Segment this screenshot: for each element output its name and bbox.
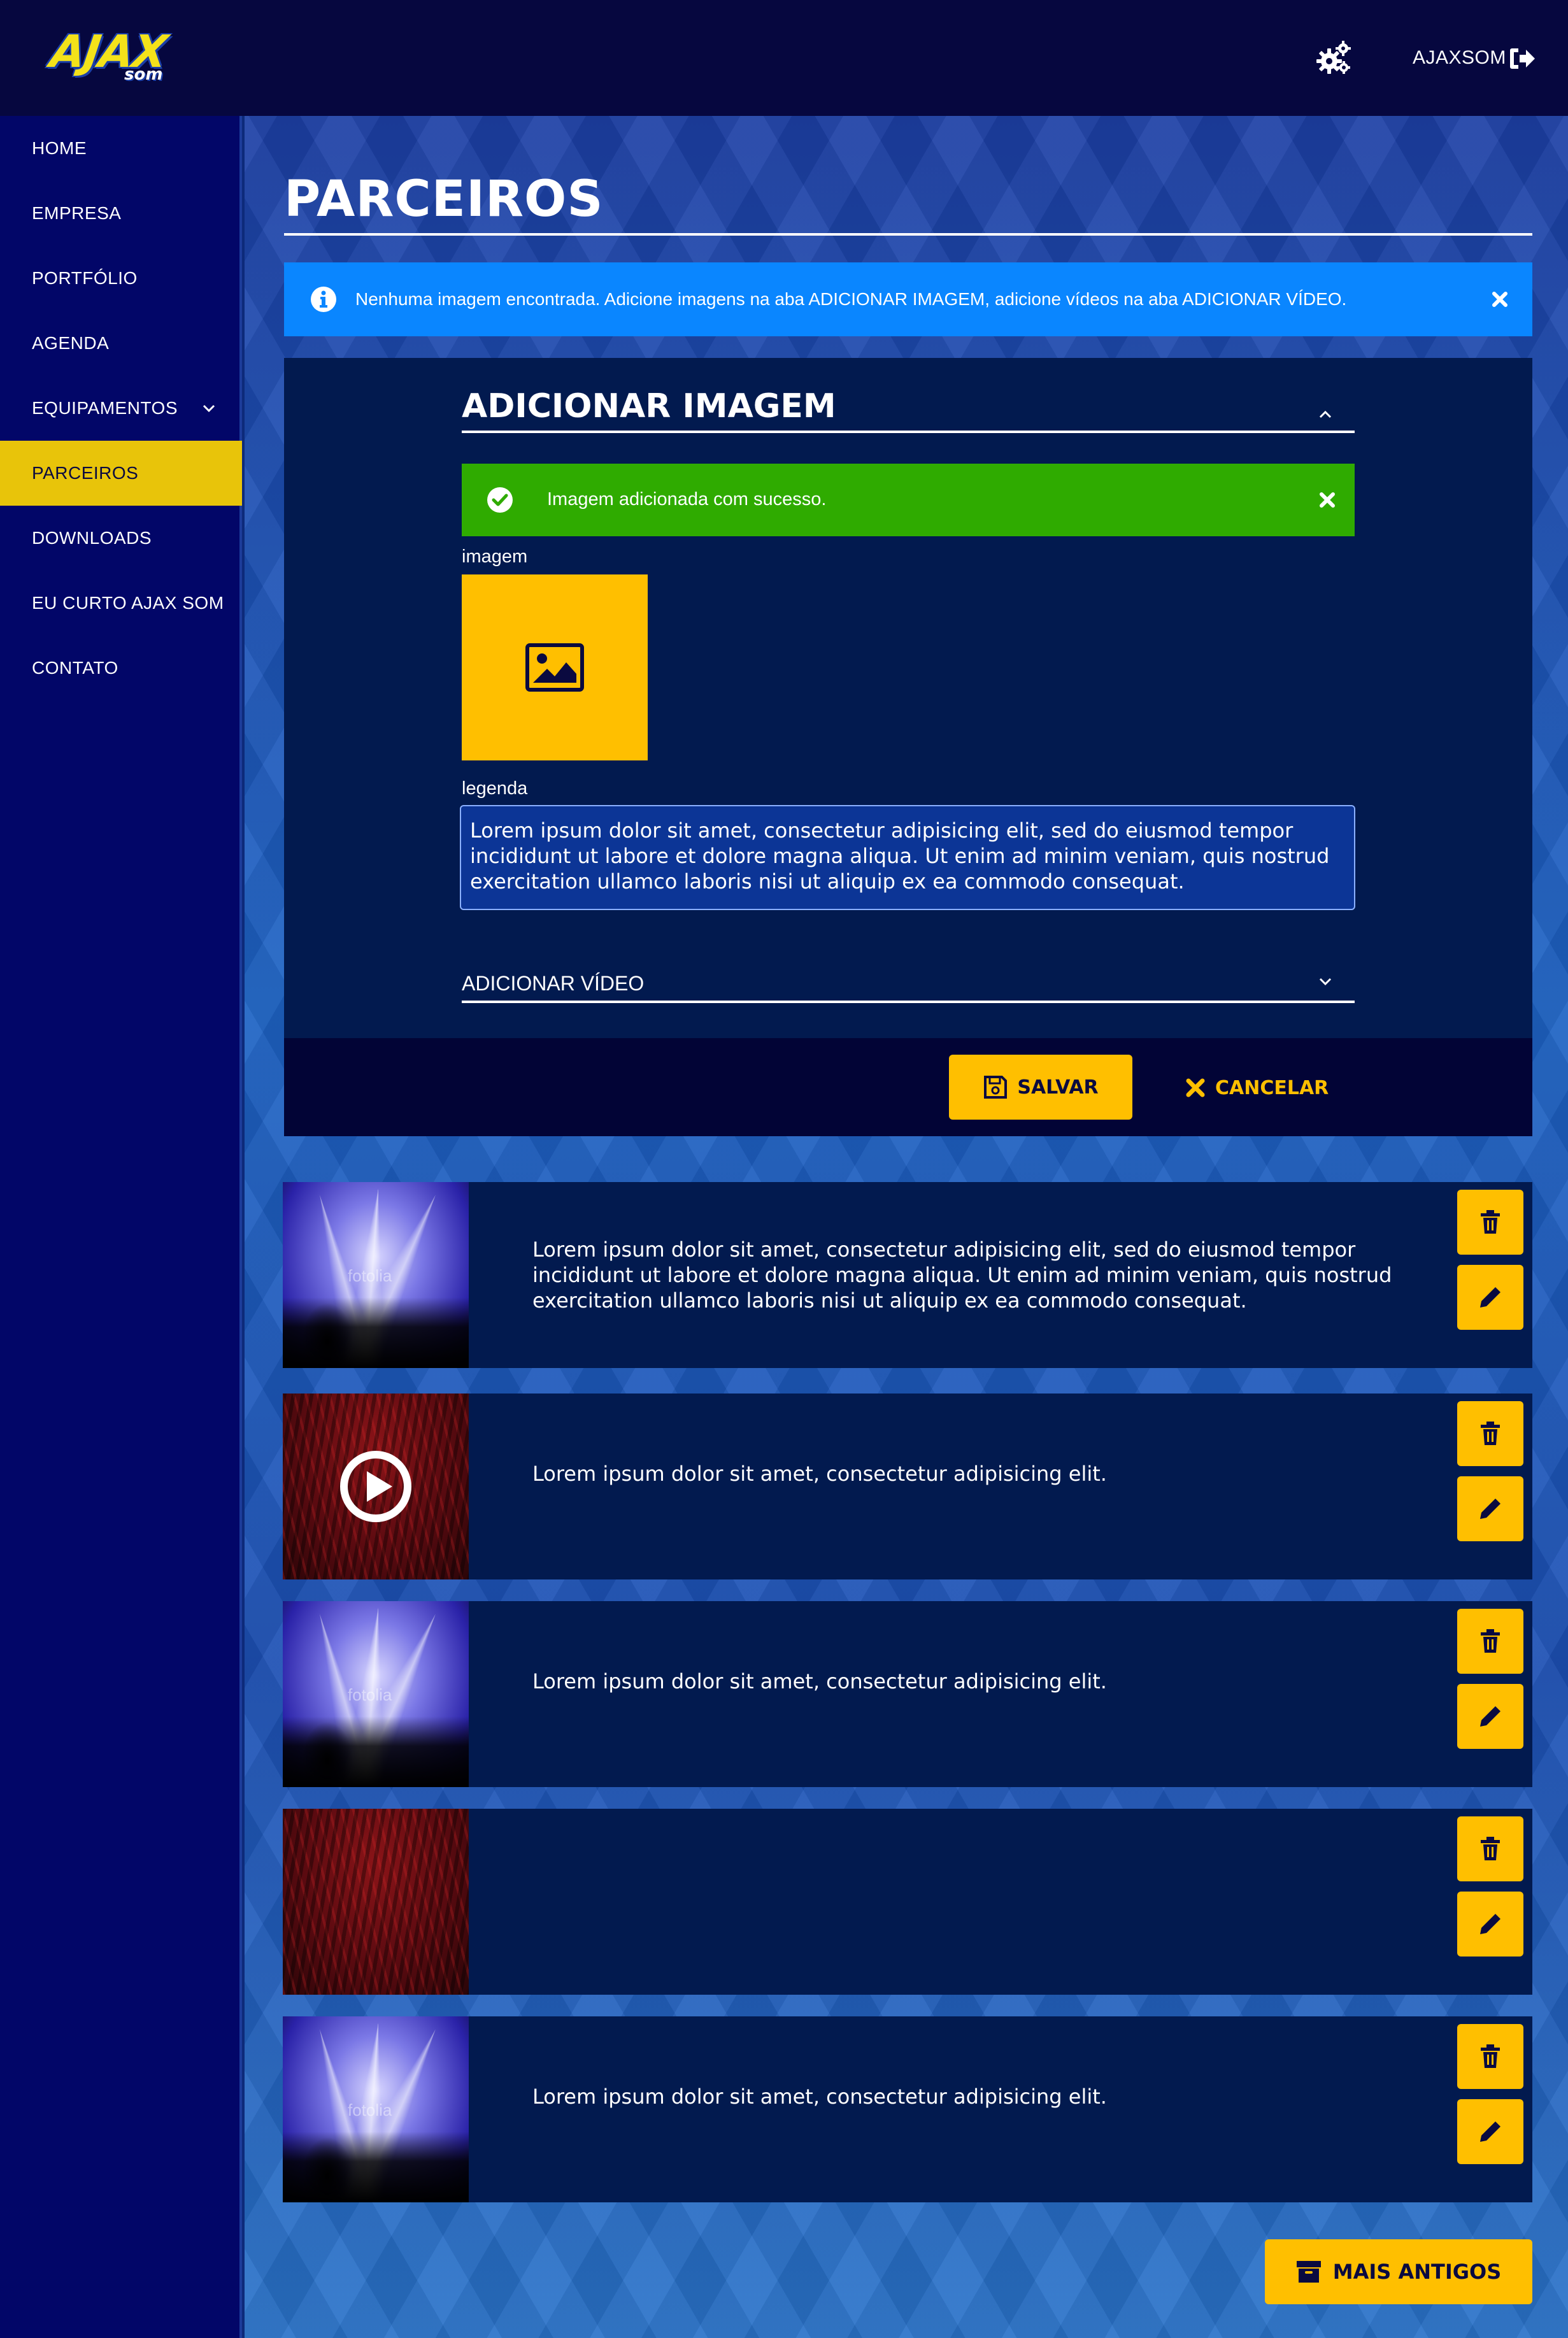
watermark-text: fotolia — [348, 1266, 392, 1285]
edit-button[interactable] — [1457, 2099, 1523, 2164]
section-title-add-video[interactable]: ADICIONAR VÍDEO — [462, 972, 644, 995]
load-older-button-label: MAIS ANTIGOS — [1332, 2260, 1502, 2284]
delete-button[interactable] — [1457, 1401, 1523, 1466]
item-thumbnail[interactable] — [283, 1394, 469, 1579]
delete-button[interactable] — [1457, 1609, 1523, 1674]
edit-button[interactable] — [1457, 1265, 1523, 1330]
item-thumbnail[interactable] — [283, 1809, 469, 1995]
sidebar-item-label: EMPRESA — [32, 203, 122, 223]
close-icon — [1186, 1078, 1205, 1097]
watermark-text: fotolia — [348, 2100, 392, 2120]
sidebar-item-label: EU CURTO AJAX SOM — [32, 593, 224, 613]
edit-button[interactable] — [1457, 1476, 1523, 1541]
chevron-down-icon[interactable] — [1316, 972, 1335, 991]
chevron-down-icon — [201, 400, 217, 415]
list-item: fotolia Lorem ipsum dolor sit amet, cons… — [283, 1601, 1532, 1787]
pencil-icon — [1480, 2121, 1500, 2142]
delete-button[interactable] — [1457, 1190, 1523, 1255]
section-divider — [462, 431, 1355, 433]
delete-button[interactable] — [1457, 2024, 1523, 2089]
sidebar-item-label: EQUIPAMENTOS — [32, 398, 178, 418]
item-thumbnail[interactable]: fotolia — [283, 1601, 469, 1787]
sidebar-item-downloads[interactable]: DOWNLOADS — [0, 506, 242, 571]
trash-icon — [1481, 2044, 1500, 2068]
title-divider — [284, 233, 1532, 236]
cancel-button[interactable]: CANCELAR — [1185, 1070, 1329, 1106]
edit-button[interactable] — [1457, 1684, 1523, 1749]
item-caption: Lorem ipsum dolor sit amet, consectetur … — [532, 1237, 1392, 1313]
section-title-add-image[interactable]: ADICIONAR IMAGEM — [462, 387, 836, 425]
close-icon[interactable] — [1491, 290, 1509, 308]
item-caption: Lorem ipsum dolor sit amet, consectetur … — [532, 2085, 1107, 2109]
sidebar-item-label: CONTATO — [32, 658, 118, 678]
trash-icon — [1481, 1837, 1500, 1860]
item-thumbnail[interactable]: fotolia — [283, 2016, 469, 2202]
pencil-icon — [1480, 1287, 1500, 1308]
save-button[interactable]: SALVAR — [949, 1055, 1132, 1120]
trash-icon — [1481, 1422, 1500, 1445]
load-older-button[interactable]: MAIS ANTIGOS — [1265, 2239, 1532, 2304]
sidebar-item-label: AGENDA — [32, 333, 110, 353]
success-alert: Imagem adicionada com sucesso. — [462, 464, 1355, 536]
video-section-divider — [462, 1001, 1355, 1003]
pencil-icon — [1480, 1499, 1500, 1519]
info-circle-icon — [310, 285, 338, 313]
watermark-text: fotolia — [348, 1685, 392, 1704]
image-upload-picker[interactable] — [462, 574, 648, 760]
list-item: fotolia Lorem ipsum dolor sit amet, cons… — [283, 1182, 1532, 1368]
save-button-label: SALVAR — [1017, 1076, 1099, 1099]
sidebar-item-contato[interactable]: CONTATO — [0, 636, 242, 701]
pencil-icon — [1480, 1706, 1500, 1727]
top-bar: AJAX som AJAXSOM — [0, 0, 1568, 116]
delete-button[interactable] — [1457, 1816, 1523, 1881]
sidebar-item-equipamentos[interactable]: EQUIPAMENTOS — [0, 376, 242, 441]
check-circle-icon — [486, 486, 514, 514]
page-title: PARCEIROS — [284, 171, 604, 228]
sidebar-item-parceiros[interactable]: PARCEIROS — [0, 441, 242, 506]
sidebar-item-label: PARCEIROS — [32, 463, 139, 483]
caption-textarea[interactable]: Lorem ipsum dolor sit amet, consectetur … — [460, 805, 1355, 910]
caption-field-label: legenda — [462, 778, 528, 799]
sidebar-item-eu-curto-ajax-som[interactable]: EU CURTO AJAX SOM — [0, 571, 242, 636]
form-footer — [284, 1038, 1532, 1136]
image-field-label: imagem — [462, 546, 528, 567]
info-alert: Nenhuma imagem encontrada. Adicione imag… — [284, 262, 1532, 336]
play-circle-icon[interactable] — [339, 1450, 413, 1523]
logo[interactable]: AJAX som — [47, 25, 169, 89]
cancel-button-label: CANCELAR — [1215, 1076, 1329, 1099]
info-alert-text: Nenhuma imagem encontrada. Adicione imag… — [355, 289, 1347, 309]
sidebar: HOME EMPRESA PORTFÓLIO AGENDA EQUIPAMENT… — [0, 116, 242, 2338]
settings-gears-icon[interactable] — [1315, 39, 1353, 78]
sidebar-item-portfolio[interactable]: PORTFÓLIO — [0, 246, 242, 311]
item-caption: Lorem ipsum dolor sit amet, consectetur … — [532, 1462, 1107, 1486]
sidebar-item-label: DOWNLOADS — [32, 528, 152, 548]
logo-subtext: som — [124, 65, 163, 84]
pencil-icon — [1480, 1914, 1500, 1934]
item-caption: Lorem ipsum dolor sit amet, consectetur … — [532, 1669, 1107, 1693]
edit-button[interactable] — [1457, 1892, 1523, 1957]
archive-icon — [1296, 2261, 1321, 2283]
sidebar-item-agenda[interactable]: AGENDA — [0, 311, 242, 376]
user-name[interactable]: AJAXSOM — [1413, 47, 1506, 69]
trash-icon — [1481, 1210, 1500, 1234]
floppy-disk-icon — [984, 1076, 1008, 1099]
list-item: fotolia Lorem ipsum dolor sit amet, cons… — [283, 2016, 1532, 2202]
sign-out-icon[interactable] — [1508, 45, 1536, 73]
sidebar-item-label: PORTFÓLIO — [32, 268, 138, 288]
item-thumbnail[interactable]: fotolia — [283, 1182, 469, 1368]
list-item: Lorem ipsum dolor sit amet, consectetur … — [283, 1394, 1532, 1579]
sidebar-item-empresa[interactable]: EMPRESA — [0, 181, 242, 246]
sidebar-item-home[interactable]: HOME — [0, 116, 242, 181]
list-item — [283, 1809, 1532, 1995]
image-icon — [525, 643, 584, 692]
sidebar-item-label: HOME — [32, 138, 87, 158]
trash-icon — [1481, 1629, 1500, 1653]
chevron-up-icon[interactable] — [1316, 405, 1335, 424]
close-icon[interactable] — [1318, 491, 1336, 509]
success-alert-text: Imagem adicionada com sucesso. — [547, 489, 827, 510]
